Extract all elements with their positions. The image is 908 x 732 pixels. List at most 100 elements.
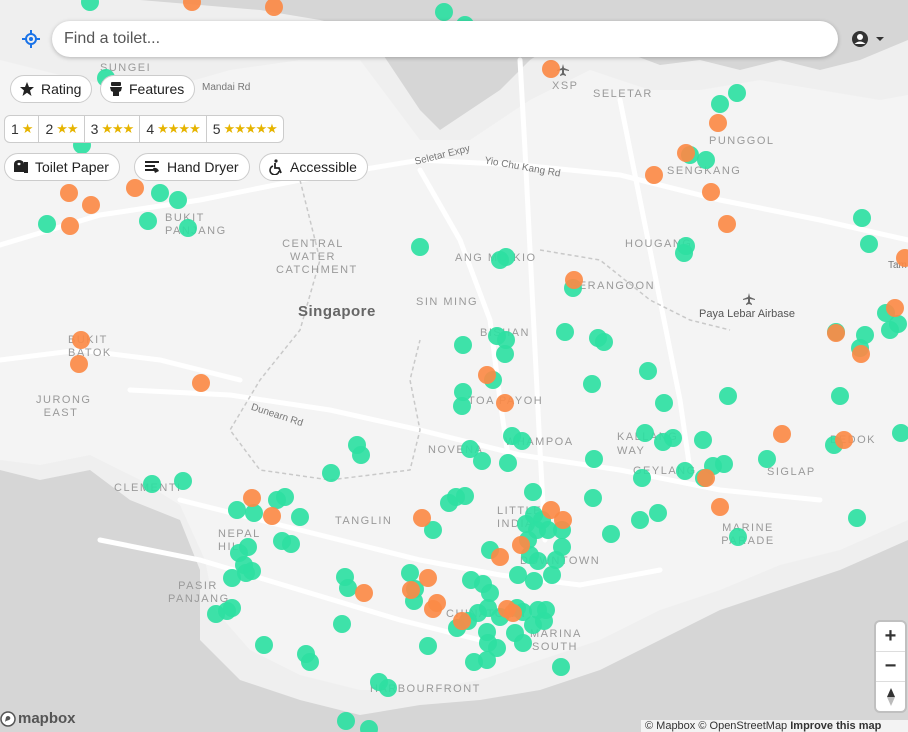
toilet-marker-green[interactable] bbox=[243, 562, 261, 580]
toilet-marker-green[interactable] bbox=[139, 212, 157, 230]
toilet-marker-orange[interactable] bbox=[886, 299, 904, 317]
toilet-marker-green[interactable] bbox=[339, 579, 357, 597]
toilet-marker-green[interactable] bbox=[440, 494, 458, 512]
toilet-marker-orange[interactable] bbox=[243, 489, 261, 507]
toilet-marker-orange[interactable] bbox=[265, 0, 283, 16]
toilet-marker-orange[interactable] bbox=[263, 507, 281, 525]
toilet-marker-green[interactable] bbox=[419, 637, 437, 655]
toilet-marker-green[interactable] bbox=[401, 564, 419, 582]
hand-dryer-filter-button[interactable]: Hand Dryer bbox=[134, 153, 250, 181]
toilet-marker-orange[interactable] bbox=[402, 581, 420, 599]
toilet-marker-green[interactable] bbox=[636, 424, 654, 442]
toilet-marker-green[interactable] bbox=[499, 454, 517, 472]
toilet-marker-green[interactable] bbox=[81, 0, 99, 11]
toilet-marker-green[interactable] bbox=[352, 446, 370, 464]
toilet-marker-green[interactable] bbox=[291, 508, 309, 526]
locate-me-icon[interactable] bbox=[21, 29, 41, 49]
toilet-marker-green[interactable] bbox=[301, 653, 319, 671]
toilet-marker-orange[interactable] bbox=[852, 345, 870, 363]
rating-option-3[interactable]: 3 ★★★ bbox=[85, 116, 141, 142]
toilet-marker-green[interactable] bbox=[860, 235, 878, 253]
toilet-paper-filter-button[interactable]: Toilet Paper bbox=[4, 153, 120, 181]
rating-option-4[interactable]: 4 ★★★★ bbox=[140, 116, 207, 142]
toilet-marker-green[interactable] bbox=[223, 569, 241, 587]
toilet-marker-orange[interactable] bbox=[355, 584, 373, 602]
improve-map-link[interactable]: Improve this map bbox=[790, 720, 881, 732]
toilet-marker-green[interactable] bbox=[379, 679, 397, 697]
toilet-marker-orange[interactable] bbox=[491, 548, 509, 566]
toilet-marker-orange[interactable] bbox=[192, 374, 210, 392]
toilet-marker-green[interactable] bbox=[729, 528, 747, 546]
toilet-marker-green[interactable] bbox=[513, 432, 531, 450]
toilet-marker-green[interactable] bbox=[453, 397, 471, 415]
toilet-marker-green[interactable] bbox=[583, 375, 601, 393]
toilet-marker-green[interactable] bbox=[697, 151, 715, 169]
toilet-marker-orange[interactable] bbox=[61, 217, 79, 235]
toilet-marker-green[interactable] bbox=[514, 634, 532, 652]
toilet-marker-orange[interactable] bbox=[702, 183, 720, 201]
toilet-marker-orange[interactable] bbox=[896, 249, 908, 267]
toilet-marker-green[interactable] bbox=[595, 333, 613, 351]
accessible-filter-button[interactable]: Accessible bbox=[259, 153, 368, 181]
toilet-marker-orange[interactable] bbox=[496, 394, 514, 412]
toilet-marker-orange[interactable] bbox=[718, 215, 736, 233]
rating-filter-button[interactable]: Rating bbox=[10, 75, 93, 103]
toilet-marker-green[interactable] bbox=[853, 209, 871, 227]
toilet-marker-green[interactable] bbox=[677, 237, 695, 255]
toilet-marker-green[interactable] bbox=[694, 431, 712, 449]
toilet-marker-green[interactable] bbox=[631, 511, 649, 529]
toilet-marker-green[interactable] bbox=[207, 605, 225, 623]
toilet-marker-green[interactable] bbox=[556, 323, 574, 341]
user-menu-button[interactable] bbox=[850, 29, 890, 49]
toilet-marker-green[interactable] bbox=[509, 566, 527, 584]
toilet-marker-green[interactable] bbox=[728, 84, 746, 102]
toilet-marker-orange[interactable] bbox=[711, 498, 729, 516]
toilet-marker-green[interactable] bbox=[831, 387, 849, 405]
toilet-marker-green[interactable] bbox=[360, 720, 378, 732]
toilet-marker-green[interactable] bbox=[497, 248, 515, 266]
toilet-marker-orange[interactable] bbox=[478, 366, 496, 384]
toilet-marker-green[interactable] bbox=[179, 219, 197, 237]
toilet-marker-orange[interactable] bbox=[70, 355, 88, 373]
toilet-marker-orange[interactable] bbox=[709, 114, 727, 132]
toilet-marker-green[interactable] bbox=[268, 491, 286, 509]
toilet-marker-green[interactable] bbox=[151, 184, 169, 202]
toilet-marker-green[interactable] bbox=[535, 612, 553, 630]
toilet-marker-green[interactable] bbox=[478, 651, 496, 669]
toilet-marker-orange[interactable] bbox=[827, 324, 845, 342]
toilet-marker-green[interactable] bbox=[602, 525, 620, 543]
toilet-marker-green[interactable] bbox=[552, 658, 570, 676]
toilet-marker-green[interactable] bbox=[584, 489, 602, 507]
toilet-marker-orange[interactable] bbox=[835, 431, 853, 449]
toilet-marker-green[interactable] bbox=[889, 315, 907, 333]
toilet-marker-green[interactable] bbox=[228, 501, 246, 519]
compass-button[interactable] bbox=[876, 682, 905, 711]
toilet-marker-orange[interactable] bbox=[413, 509, 431, 527]
toilet-marker-green[interactable] bbox=[892, 424, 908, 442]
toilet-marker-green[interactable] bbox=[456, 487, 474, 505]
toilet-marker-orange[interactable] bbox=[565, 271, 583, 289]
toilet-marker-orange[interactable] bbox=[82, 196, 100, 214]
toilet-marker-green[interactable] bbox=[529, 552, 547, 570]
toilet-marker-orange[interactable] bbox=[72, 331, 90, 349]
mapbox-logo[interactable]: mapbox bbox=[0, 710, 76, 727]
toilet-marker-green[interactable] bbox=[715, 455, 733, 473]
toilet-marker-green[interactable] bbox=[585, 450, 603, 468]
toilet-marker-green[interactable] bbox=[435, 3, 453, 21]
attribution-osm-link[interactable]: © OpenStreetMap bbox=[698, 720, 787, 732]
toilet-marker-green[interactable] bbox=[169, 191, 187, 209]
toilet-marker-orange[interactable] bbox=[453, 612, 471, 630]
toilet-marker-orange[interactable] bbox=[677, 144, 695, 162]
toilet-marker-green[interactable] bbox=[38, 215, 56, 233]
toilet-marker-orange[interactable] bbox=[697, 469, 715, 487]
toilet-marker-green[interactable] bbox=[411, 238, 429, 256]
attribution-mapbox-link[interactable]: © Mapbox bbox=[645, 720, 695, 732]
toilet-marker-green[interactable] bbox=[711, 95, 729, 113]
toilet-marker-orange[interactable] bbox=[773, 425, 791, 443]
toilet-marker-green[interactable] bbox=[639, 362, 657, 380]
toilet-marker-green[interactable] bbox=[719, 387, 737, 405]
rating-option-2[interactable]: 2 ★★ bbox=[39, 116, 85, 142]
zoom-in-button[interactable]: + bbox=[876, 622, 905, 652]
toilet-marker-orange[interactable] bbox=[512, 536, 530, 554]
zoom-out-button[interactable]: − bbox=[876, 652, 905, 682]
